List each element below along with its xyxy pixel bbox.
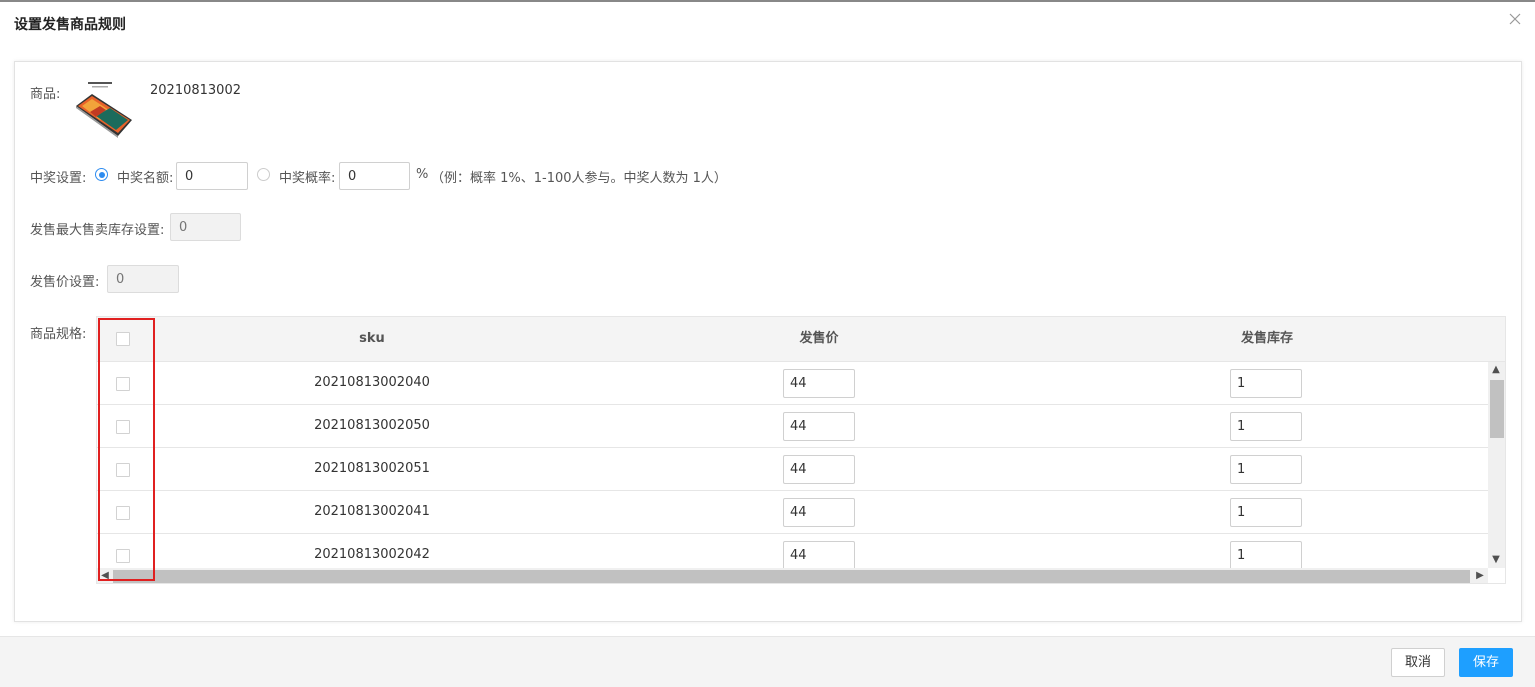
table-row: 20210813002051 (97, 448, 1488, 491)
row-checkbox[interactable] (116, 463, 130, 477)
dialog-title: 设置发售商品规则 (14, 17, 126, 33)
cancel-button[interactable]: 取消 (1391, 648, 1445, 677)
horizontal-scroll-thumb[interactable] (113, 570, 1470, 583)
select-all-checkbox[interactable] (116, 332, 130, 346)
percent-sign: % (416, 167, 429, 182)
prize-hint: （例：概率 1%、1-100人参与。中奖人数为 1人） (431, 171, 727, 186)
table-header: sku 发售价 发售库存 (97, 317, 1505, 362)
header-sku: sku (359, 331, 385, 346)
row-sku: 20210813002041 (314, 504, 430, 519)
prize-rate-label: 中奖概率: (279, 171, 336, 186)
prize-count-label: 中奖名额: (117, 171, 174, 186)
row-price-input[interactable] (783, 369, 855, 398)
row-stock-input[interactable] (1230, 541, 1302, 568)
row-stock-input[interactable] (1230, 369, 1302, 398)
product-image (72, 80, 134, 140)
prize-rate-input[interactable] (339, 162, 410, 190)
price-label: 发售价设置: (30, 275, 100, 290)
row-sku: 20210813002050 (314, 418, 430, 433)
row-sku: 20210813002051 (314, 461, 430, 476)
prize-count-input[interactable] (176, 162, 248, 190)
product-code: 20210813002 (150, 83, 241, 98)
product-label: 商品: (30, 87, 61, 102)
row-checkbox[interactable] (116, 420, 130, 434)
prize-count-radio[interactable] (95, 168, 108, 181)
row-checkbox[interactable] (116, 377, 130, 391)
row-sku: 20210813002040 (314, 375, 430, 390)
row-checkbox[interactable] (116, 549, 130, 563)
row-price-input[interactable] (783, 455, 855, 484)
row-price-input[interactable] (783, 412, 855, 441)
row-stock-input[interactable] (1230, 498, 1302, 527)
scroll-down-icon[interactable]: ▼ (1489, 554, 1503, 566)
header-stock: 发售库存 (1240, 331, 1293, 346)
row-stock-input[interactable] (1230, 455, 1302, 484)
scroll-right-icon[interactable]: ▶ (1473, 570, 1487, 582)
row-stock-input[interactable] (1230, 412, 1302, 441)
scroll-left-icon[interactable]: ◀ (98, 570, 112, 582)
dialog-footer (0, 636, 1535, 687)
price-input[interactable] (107, 265, 179, 293)
spec-table: sku 发售价 发售库存 20210813002040 202108130020… (96, 316, 1506, 584)
max-stock-label: 发售最大售卖库存设置: (30, 223, 165, 238)
table-row: 20210813002042 (97, 534, 1488, 568)
spec-label: 商品规格: (30, 327, 87, 342)
close-icon[interactable] (1507, 11, 1523, 27)
row-price-input[interactable] (783, 541, 855, 568)
max-stock-input[interactable] (170, 213, 241, 241)
row-checkbox[interactable] (116, 506, 130, 520)
table-row: 20210813002041 (97, 491, 1488, 534)
table-row: 20210813002040 (97, 362, 1488, 405)
row-price-input[interactable] (783, 498, 855, 527)
prize-label: 中奖设置: (30, 171, 87, 186)
header-price: 发售价 (799, 331, 839, 346)
vertical-scroll-thumb[interactable] (1490, 380, 1504, 438)
row-sku: 20210813002042 (314, 547, 430, 562)
scroll-up-icon[interactable]: ▲ (1489, 364, 1503, 376)
save-button[interactable]: 保存 (1459, 648, 1513, 677)
table-row: 20210813002050 (97, 405, 1488, 448)
prize-rate-radio[interactable] (257, 168, 270, 181)
top-border (0, 0, 1535, 2)
table-body: 20210813002040 20210813002050 2021081300… (97, 362, 1488, 568)
